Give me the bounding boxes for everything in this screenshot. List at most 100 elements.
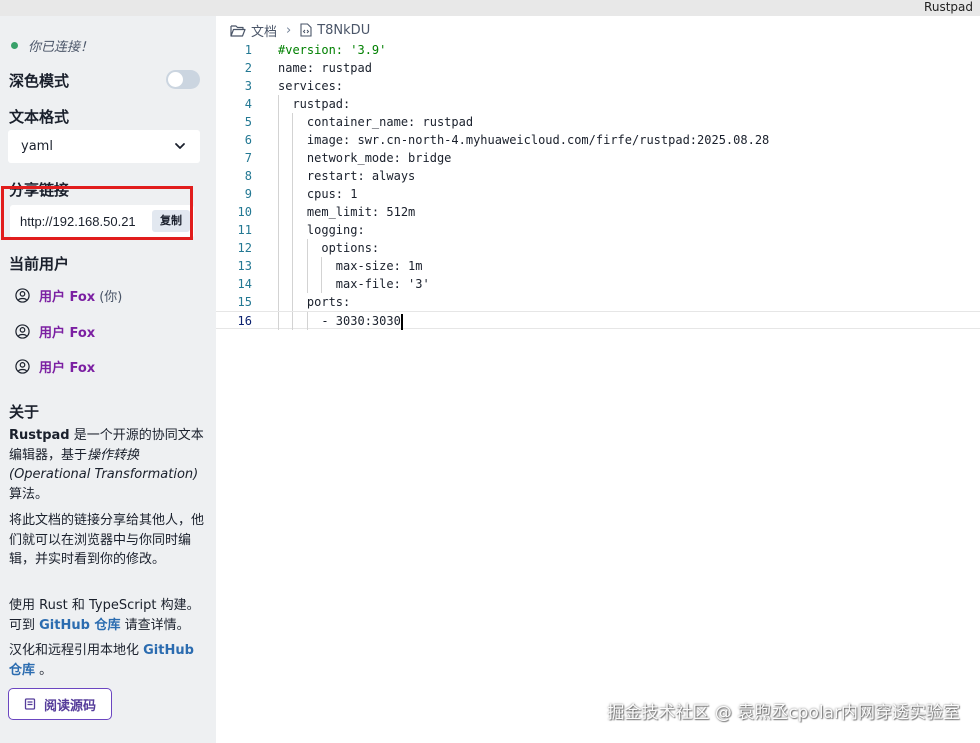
line-code: logging: [278, 223, 365, 237]
about-heading: 关于 [9, 403, 40, 421]
user-name: 用户 Fox [39, 290, 96, 305]
editor-line: 11 logging: [216, 221, 980, 239]
chevron-down-icon [175, 143, 185, 149]
user-item: 用户 Fox [15, 322, 95, 341]
line-code: #version: '3.9' [278, 43, 387, 57]
github-repo-link[interactable]: GitHub 仓库 [39, 618, 120, 633]
user-circle-icon [15, 324, 30, 339]
sidebar: 你已连接！ 深色模式 文本格式 yaml 分享链接 复制 当前用户 用户 Fox… [0, 16, 216, 743]
about-text: 汉化和远程引用本地化 [9, 643, 144, 658]
current-users-label: 当前用户 [9, 255, 70, 273]
user-self-tag: (你) [99, 290, 123, 305]
editor-line: 12 options: [216, 239, 980, 257]
line-code: services: [278, 79, 344, 93]
share-link-label: 分享链接 [9, 181, 70, 199]
copy-button[interactable]: 复制 [152, 210, 190, 232]
share-link-input[interactable] [10, 205, 150, 238]
about-app-name: Rustpad [9, 428, 70, 443]
connection-status-text: 你已连接！ [28, 40, 94, 55]
line-number: 6 [244, 133, 252, 147]
line-code: cpus: 1 [278, 187, 358, 201]
line-code: mem_limit: 512m [278, 205, 416, 219]
app-title: Rustpad [924, 0, 973, 14]
editor-line: 3 services: [216, 77, 980, 95]
editor-line: 5 container_name: rustpad [216, 113, 980, 131]
window-title-bar: Rustpad [0, 0, 980, 16]
line-code: max-size: 1m [278, 259, 423, 273]
text-cursor [400, 313, 403, 330]
user-name: 用户 Fox [39, 361, 96, 376]
editor-line: 7 network_mode: bridge [216, 149, 980, 167]
code-editor[interactable]: 1 #version: '3.9' 2 name: rustpad 3 service… [216, 41, 980, 330]
user-circle-icon [15, 359, 30, 374]
language-select[interactable]: yaml [8, 130, 200, 163]
line-number: 5 [244, 115, 252, 129]
about-paragraph-4: 汉化和远程引用本地化 GitHub 仓库 。 [9, 641, 207, 680]
about-paragraph-1: Rustpad 是一个开源的协同文本编辑器，基于操作转换 (Operationa… [9, 426, 207, 504]
breadcrumb-folder[interactable]: 文档 [251, 21, 277, 40]
line-number: 12 [237, 241, 252, 255]
about-paragraph-2: 将此文档的链接分享给其他人，他们就可以在浏览器中与你同时编辑，并实时看到你的修改… [9, 513, 205, 567]
about-paragraph-3: 使用 Rust 和 TypeScript 构建。可到 GitHub 仓库 请查详… [9, 596, 207, 635]
line-code: network_mode: bridge [278, 151, 452, 165]
editor-line: 10 mem_limit: 512m [216, 203, 980, 221]
watermark: 掘金技术社区 @ 袁煦丞cpolar内网穿透实验室 [607, 703, 960, 723]
line-number: 10 [237, 205, 252, 219]
line-number: 9 [244, 187, 252, 201]
user-item: 用户 Fox [15, 357, 95, 376]
editor-line: 13 max-size: 1m [216, 257, 980, 275]
connected-dot-icon [11, 42, 18, 49]
line-code: name: rustpad [278, 61, 372, 75]
editor-line: 6 image: swr.cn-north-4.myhuaweicloud.co… [216, 131, 980, 149]
about-text: 算法。 [9, 486, 49, 502]
line-number: 7 [244, 151, 252, 165]
dark-mode-label: 深色模式 [9, 72, 70, 90]
line-code: max-file: '3' [278, 277, 430, 291]
line-number: 8 [244, 169, 252, 183]
breadcrumb-document[interactable]: T8NkDU [317, 23, 370, 38]
editor-line: 8 restart: always [216, 167, 980, 185]
line-code: rustpad: [278, 97, 351, 111]
line-number: 1 [244, 43, 252, 57]
code-file-icon [300, 23, 312, 37]
toggle-knob [168, 72, 183, 87]
user-name: 用户 Fox [39, 326, 96, 341]
line-code: options: [278, 241, 380, 255]
editor-line: 4 rustpad: [216, 95, 980, 113]
line-number: 16 [237, 314, 252, 328]
editor-line: 1 #version: '3.9' [216, 41, 980, 59]
line-code: - 3030:3030 [278, 312, 403, 330]
editor-line: 9 cpus: 1 [216, 185, 980, 203]
line-number: 15 [237, 295, 252, 309]
line-code: ports: [278, 295, 351, 309]
editor-line-current: 16 - 3030:3030 [216, 311, 980, 330]
connection-status: 你已连接！ [11, 36, 93, 55]
line-number: 2 [244, 61, 252, 75]
line-code: image: swr.cn-north-4.myhuaweicloud.com/… [278, 133, 770, 147]
line-code: container_name: rustpad [278, 115, 474, 129]
editor-line: 15 ports: [216, 293, 980, 311]
line-code: restart: always [278, 169, 416, 183]
line-number: 11 [237, 223, 252, 237]
read-source-button[interactable]: 阅读源码 [8, 688, 112, 720]
line-number: 14 [237, 277, 252, 291]
share-link-box: 复制 [10, 205, 194, 238]
line-code-text: - 3030:3030 [278, 314, 401, 328]
about-text: 请查详情。 [120, 617, 190, 633]
folder-open-icon [230, 24, 246, 37]
read-source-label: 阅读源码 [43, 698, 96, 714]
editor-line: 14 max-file: '3' [216, 275, 980, 293]
code-file-icon [24, 698, 36, 710]
user-circle-icon [15, 288, 30, 303]
editor-line: 2 name: rustpad [216, 59, 980, 77]
about-text: 。 [35, 662, 53, 678]
language-select-value: yaml [21, 139, 53, 154]
dark-mode-toggle[interactable] [166, 70, 200, 89]
line-number: 3 [244, 79, 252, 93]
chevron-right-icon: › [286, 22, 292, 38]
text-format-label: 文本格式 [9, 108, 70, 126]
breadcrumb: 文档 › T8NkDU [230, 21, 370, 40]
user-item: 用户 Fox (你) [15, 286, 122, 305]
line-number: 13 [237, 259, 252, 273]
line-number: 4 [244, 97, 252, 111]
